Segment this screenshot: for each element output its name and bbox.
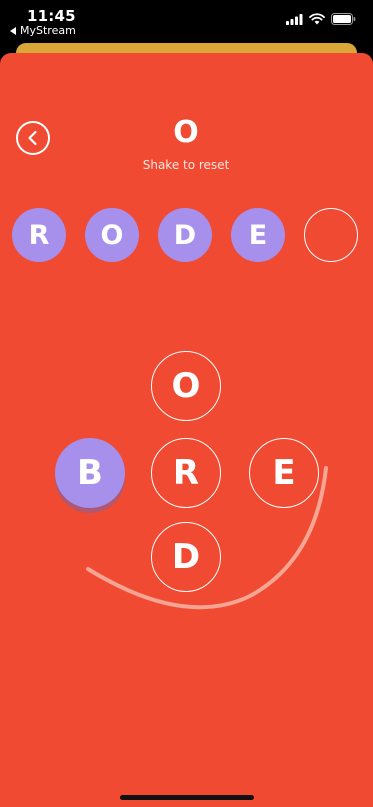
status-time: 11:45 — [27, 7, 76, 25]
app-screen: 11:45 MyStream O Shake to reset R O D E … — [0, 0, 373, 807]
word-slot-2[interactable]: O — [85, 208, 139, 262]
wifi-icon — [309, 13, 325, 25]
back-button[interactable] — [16, 121, 50, 155]
letter-tile-bottom[interactable]: D — [151, 522, 221, 592]
status-bar: 11:45 MyStream — [0, 0, 373, 44]
current-letter: O — [173, 115, 199, 150]
back-to-app-link[interactable]: MyStream — [10, 24, 76, 37]
letter-tile-top[interactable]: O — [151, 351, 221, 421]
word-slot-4[interactable]: E — [231, 208, 285, 262]
status-icons — [286, 13, 356, 25]
back-app-label: MyStream — [20, 24, 76, 37]
back-triangle-icon — [10, 26, 16, 35]
letter-tile-left[interactable]: B — [55, 438, 125, 508]
word-slot-5[interactable] — [304, 208, 358, 262]
letter-tile-right[interactable]: E — [249, 438, 319, 508]
signal-icon — [286, 13, 303, 25]
battery-icon — [331, 13, 356, 25]
word-slot-1[interactable]: R — [12, 208, 66, 262]
shake-hint: Shake to reset — [142, 158, 230, 172]
word-slot-3[interactable]: D — [158, 208, 212, 262]
home-indicator[interactable] — [120, 795, 254, 800]
letter-tile-center[interactable]: R — [151, 438, 221, 508]
chevron-left-icon — [28, 130, 37, 146]
